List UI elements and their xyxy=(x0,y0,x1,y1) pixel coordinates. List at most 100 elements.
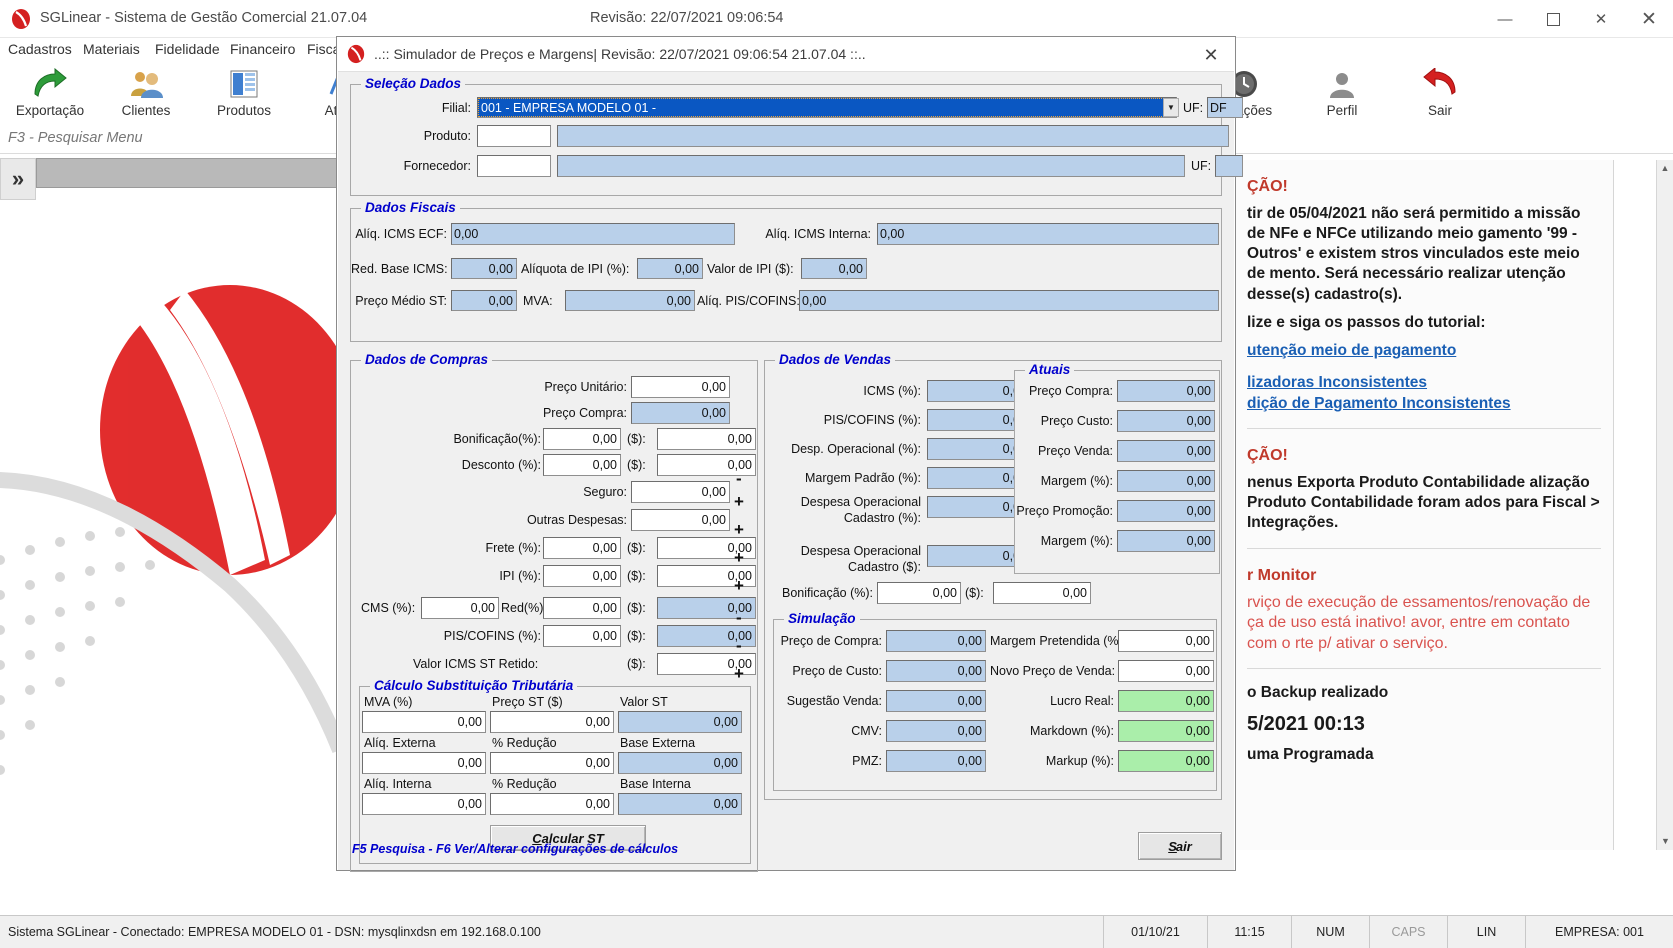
label-vendas-bonificacao-cifrao: ($): xyxy=(965,586,984,600)
margem-pretendida-field[interactable]: 0,00 xyxy=(1118,630,1214,652)
label-sugestao-venda: Sugestão Venda: xyxy=(786,694,882,708)
outras-despesas-field[interactable]: 0,00 xyxy=(631,509,730,531)
atual-preco-venda-field[interactable]: 0,00 xyxy=(1117,440,1215,462)
preco-medio-st-field[interactable]: 0,00 xyxy=(451,290,517,311)
frete-pct-field[interactable]: 0,00 xyxy=(543,537,621,559)
sidebar-expand-button[interactable]: » xyxy=(0,158,36,200)
toolbar-perfil[interactable]: Perfil xyxy=(1294,66,1390,118)
notif-divider-1 xyxy=(1247,428,1601,430)
label-sim-preco-compra: Preço de Compra: xyxy=(780,634,882,648)
valor-ipi-field[interactable]: 0,00 xyxy=(801,258,867,279)
preco-unitario-field[interactable]: 0,00 xyxy=(631,376,730,398)
label-icms-st-cifrao: ($): xyxy=(627,657,646,671)
menu-cadastros[interactable]: Cadastros xyxy=(8,41,72,57)
app-logo-icon xyxy=(10,8,32,30)
aliq-externa-field[interactable]: 0,00 xyxy=(362,752,486,774)
scroll-up-icon[interactable]: ▲ xyxy=(1657,160,1673,177)
menu-financeiro[interactable]: Financeiro xyxy=(230,41,295,57)
aliq-pis-cofins-field[interactable]: 0,00 xyxy=(799,290,1219,311)
fornecedor-desc-field[interactable] xyxy=(557,155,1185,177)
aliquota-ipi-field[interactable]: 0,00 xyxy=(637,258,703,279)
scroll-down-icon[interactable]: ▼ xyxy=(1657,833,1673,850)
desconto-pct-field[interactable]: 0,00 xyxy=(543,454,621,476)
notif-link-financeiras[interactable]: lizadoras Inconsistentes xyxy=(1247,373,1601,393)
toolbar-produtos[interactable]: Produtos xyxy=(196,66,292,118)
minimize-button[interactable]: — xyxy=(1481,0,1529,38)
reducao-externa-field[interactable]: 0,00 xyxy=(490,752,614,774)
notif-backup-line1: o Backup realizado xyxy=(1247,684,1389,702)
markdown-field[interactable]: 0,00 xyxy=(1118,720,1214,742)
novo-preco-venda-field[interactable]: 0,00 xyxy=(1118,660,1214,682)
menu-materiais[interactable]: Materiais xyxy=(83,41,140,57)
seguro-field[interactable]: 0,00 xyxy=(631,481,730,503)
atual-preco-compra-field[interactable]: 0,00 xyxy=(1117,380,1215,402)
cms-pct-field[interactable]: 0,00 xyxy=(421,597,499,619)
pmz-field[interactable]: 0,00 xyxy=(886,750,986,772)
filial-combobox[interactable]: 001 - EMPRESA MODELO 01 - xyxy=(477,97,1177,118)
produto-desc-field[interactable] xyxy=(557,125,1229,147)
mva-st-field[interactable]: 0,00 xyxy=(362,711,486,733)
markup-field[interactable]: 0,00 xyxy=(1118,750,1214,772)
label-despesa-cadastro-val: Despesa Operacional Cadastro ($): xyxy=(800,544,921,574)
notif-divider-2 xyxy=(1247,547,1601,549)
notif-backup-line3: uma Programada xyxy=(1247,746,1374,764)
preco-st-field[interactable]: 0,00 xyxy=(490,711,614,733)
ipi-pct-field[interactable]: 0,00 xyxy=(543,565,621,587)
chevron-down-icon[interactable]: ▼ xyxy=(1163,98,1179,117)
aliq-icms-interna-field[interactable]: 0,00 xyxy=(877,223,1219,245)
aliq-interna-field[interactable]: 0,00 xyxy=(362,793,486,815)
group-caption: Cálculo Substituição Tributária xyxy=(370,678,578,693)
maximize-button[interactable] xyxy=(1529,0,1577,38)
toolbar-label: Produtos xyxy=(216,103,272,118)
label-ipi-cifrao: ($): xyxy=(627,569,646,583)
dialog-titlebar[interactable]: ..:: Simulador de Preços e Margens| Revi… xyxy=(338,38,1234,72)
vendas-bonificacao-pct-field[interactable]: 0,00 xyxy=(877,582,961,604)
toolbar-clientes[interactable]: Clientes xyxy=(98,66,194,118)
red-base-icms-field[interactable]: 0,00 xyxy=(451,258,517,279)
label-produto: Produto: xyxy=(423,129,471,143)
mva-field[interactable]: 0,00 xyxy=(565,290,695,311)
toolbar-sair[interactable]: Sair xyxy=(1392,66,1488,118)
dialog-app-icon xyxy=(346,44,366,64)
sim-preco-compra-field[interactable]: 0,00 xyxy=(886,630,986,652)
close-app-button[interactable]: ✕ xyxy=(1577,0,1625,38)
produto-code-field[interactable] xyxy=(477,125,551,147)
bonificacao-pct-field[interactable]: 0,00 xyxy=(543,428,621,450)
sugestao-venda-field[interactable]: 0,00 xyxy=(886,690,986,712)
label-fornecedor: Fornecedor: xyxy=(403,159,471,173)
atual-margem-2-field[interactable]: 0,00 xyxy=(1117,530,1215,552)
sair-button[interactable]: Sair xyxy=(1138,832,1222,860)
preco-compra-field[interactable]: 0,00 xyxy=(631,402,730,424)
atual-margem-1-field[interactable]: 0,00 xyxy=(1117,470,1215,492)
notif-link-condicao[interactable]: dição de Pagamento Inconsistentes xyxy=(1247,394,1601,414)
atual-preco-promocao-field[interactable]: 0,00 xyxy=(1117,500,1215,522)
lucro-real-field[interactable]: 0,00 xyxy=(1118,690,1214,712)
close-window-button[interactable]: ✕ xyxy=(1625,0,1673,38)
uf-filial-field[interactable]: DF xyxy=(1207,97,1243,118)
bonificacao-valor-field[interactable]: 0,00 xyxy=(657,428,756,450)
vendas-bonificacao-val-field[interactable]: 0,00 xyxy=(993,582,1091,604)
dialog-close-button[interactable]: ✕ xyxy=(1194,42,1228,68)
base-interna-field[interactable]: 0,00 xyxy=(618,793,742,815)
label-valor-ipi: Valor de IPI ($): xyxy=(707,262,794,276)
uf-fornecedor-field[interactable] xyxy=(1215,155,1243,177)
pis-cofins-pct-field[interactable]: 0,00 xyxy=(543,625,621,647)
aliq-icms-ecf-field[interactable]: 0,00 xyxy=(451,223,735,245)
toolbar-exportacao[interactable]: Exportação xyxy=(2,66,98,118)
notifications-scrollbar[interactable]: ▲ ▼ xyxy=(1656,160,1673,850)
atual-preco-custo-field[interactable]: 0,00 xyxy=(1117,410,1215,432)
toolbar-label: Exportação xyxy=(15,103,85,118)
base-externa-field[interactable]: 0,00 xyxy=(618,752,742,774)
notif-link-manutencao[interactable]: utenção meio de pagamento xyxy=(1247,341,1601,361)
menu-fidelidade[interactable]: Fidelidade xyxy=(155,41,220,57)
fornecedor-code-field[interactable] xyxy=(477,155,551,177)
label-base-externa: Base Externa xyxy=(620,736,696,750)
toolbar-label: Clientes xyxy=(121,103,171,118)
valor-st-field[interactable]: 0,00 xyxy=(618,711,742,733)
red-pct-field[interactable]: 0,00 xyxy=(543,597,621,619)
group-dados-fiscais: Dados Fiscais Alíq. ICMS ECF: 0,00 Alíq.… xyxy=(350,200,1222,342)
label-cmv: CMV: xyxy=(851,724,882,738)
cmv-field[interactable]: 0,00 xyxy=(886,720,986,742)
sim-preco-custo-field[interactable]: 0,00 xyxy=(886,660,986,682)
reducao-interna-field[interactable]: 0,00 xyxy=(490,793,614,815)
